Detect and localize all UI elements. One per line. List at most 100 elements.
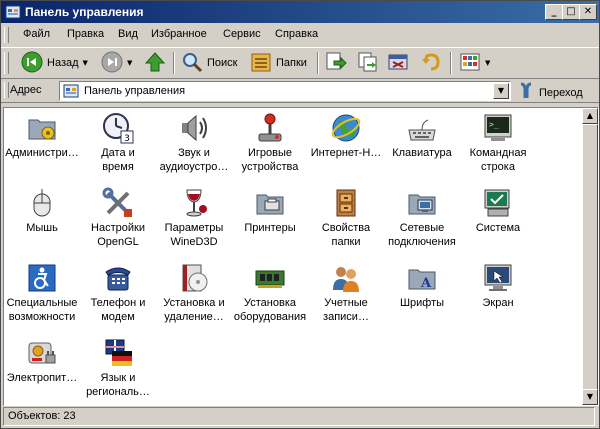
scroll-down-icon[interactable]: ▼ bbox=[582, 389, 598, 405]
vertical-scrollbar[interactable]: ▲ ▼ bbox=[582, 108, 598, 405]
item-mouse[interactable]: Мышь bbox=[4, 183, 80, 253]
item-command-line[interactable]: >_ Командная строка bbox=[460, 108, 536, 178]
svg-text:A: A bbox=[420, 276, 432, 291]
item-system[interactable]: Система bbox=[460, 183, 536, 253]
minimize-button[interactable]: _ bbox=[545, 4, 563, 20]
status-pane: Объектов: 23 bbox=[3, 407, 595, 426]
hardware-icon bbox=[254, 262, 286, 294]
date-time-icon: 3 bbox=[102, 112, 134, 144]
control-panel-icon bbox=[5, 4, 21, 20]
address-input[interactable]: Панель управления ▼ bbox=[59, 81, 511, 101]
up-button[interactable] bbox=[144, 51, 166, 75]
item-hardware[interactable]: Установка оборудования bbox=[232, 258, 308, 328]
tools-icon bbox=[102, 187, 134, 219]
item-power[interactable]: Электропит… bbox=[4, 333, 80, 403]
window-title: Панель управления bbox=[25, 5, 144, 19]
views-icon bbox=[459, 51, 481, 76]
svg-text:>_: >_ bbox=[489, 120, 499, 129]
items-view: Администри… 3 Дата и время Звук и аудиоу… bbox=[3, 107, 599, 406]
undo-button[interactable] bbox=[420, 51, 442, 75]
item-phone-modem[interactable]: Телефон и модем bbox=[80, 258, 156, 328]
folders-icon bbox=[250, 51, 272, 76]
item-internet[interactable]: Интернет-Н… bbox=[308, 108, 384, 178]
copy-to-icon bbox=[357, 51, 379, 76]
forward-button[interactable]: ▼ bbox=[101, 51, 132, 75]
system-icon bbox=[482, 187, 514, 219]
toolbar-separator bbox=[173, 52, 175, 74]
console-icon: >_ bbox=[482, 112, 514, 144]
menu-edit[interactable]: Правка bbox=[67, 28, 104, 40]
maximize-button[interactable]: □ bbox=[562, 4, 580, 20]
explorer-window: Панель управления _ □ ✕ Файл Правка Вид … bbox=[0, 0, 600, 429]
back-dropdown-icon[interactable]: ▼ bbox=[83, 59, 88, 67]
item-printers[interactable]: Принтеры bbox=[232, 183, 308, 253]
menu-grip bbox=[4, 27, 9, 43]
go-label: Переход bbox=[539, 86, 583, 99]
toolbar-grip bbox=[4, 52, 9, 74]
status-bar: Объектов: 23 bbox=[3, 407, 597, 426]
language-icon bbox=[102, 337, 134, 369]
item-game-devices[interactable]: Игровые устройства bbox=[232, 108, 308, 178]
toolbar-separator bbox=[450, 52, 452, 74]
menu-tools[interactable]: Сервис bbox=[223, 28, 261, 40]
item-administration[interactable]: Администри… bbox=[4, 108, 80, 178]
keyboard-icon bbox=[406, 112, 438, 144]
back-arrow-icon bbox=[21, 51, 43, 76]
network-icon bbox=[406, 187, 438, 219]
go-button[interactable]: Переход bbox=[517, 82, 583, 103]
close-button[interactable]: ✕ bbox=[579, 4, 597, 20]
delete-button[interactable] bbox=[387, 51, 409, 75]
item-folder-options[interactable]: Свойства папки bbox=[308, 183, 384, 253]
menu-file[interactable]: Файл bbox=[23, 28, 50, 40]
printer-folder-icon bbox=[254, 187, 286, 219]
item-opengl[interactable]: Настройки OpenGL bbox=[80, 183, 156, 253]
users-icon bbox=[330, 262, 362, 294]
install-icon bbox=[178, 262, 210, 294]
undo-icon bbox=[420, 51, 442, 76]
control-panel-icon bbox=[63, 83, 79, 102]
copy-to-button[interactable] bbox=[357, 51, 379, 75]
forward-dropdown-icon[interactable]: ▼ bbox=[127, 59, 132, 67]
scroll-up-icon[interactable]: ▲ bbox=[582, 108, 598, 124]
item-fonts[interactable]: A Шрифты bbox=[384, 258, 460, 328]
menu-view[interactable]: Вид bbox=[118, 28, 138, 40]
folders-label: Папки bbox=[276, 57, 307, 69]
svg-text:3: 3 bbox=[124, 134, 130, 144]
sound-icon bbox=[178, 112, 210, 144]
menu-help[interactable]: Справка bbox=[275, 28, 318, 40]
views-button[interactable]: ▼ bbox=[459, 51, 490, 75]
toolbar: Назад ▼ ▼ Поиск Папки ▼ bbox=[1, 47, 599, 79]
fonts-icon: A bbox=[406, 262, 438, 294]
scroll-thumb[interactable] bbox=[582, 124, 598, 390]
internet-icon bbox=[330, 112, 362, 144]
item-language-region[interactable]: Язык и региональ… bbox=[80, 333, 156, 403]
title-bar[interactable]: Панель управления _ □ ✕ bbox=[1, 1, 599, 23]
address-label: Адрес bbox=[10, 84, 42, 96]
forward-arrow-icon bbox=[101, 51, 123, 76]
item-date-time[interactable]: 3 Дата и время bbox=[80, 108, 156, 178]
item-install-remove[interactable]: Установка и удаление… bbox=[156, 258, 232, 328]
item-wined3d[interactable]: Параметры WineD3D bbox=[156, 183, 232, 253]
folders-button[interactable]: Папки bbox=[250, 51, 307, 75]
search-icon bbox=[181, 51, 203, 76]
address-bar: Адрес Панель управления ▼ Переход bbox=[1, 80, 599, 103]
item-display[interactable]: Экран bbox=[460, 258, 536, 328]
item-network[interactable]: Сетевые подключения bbox=[384, 183, 460, 253]
administration-icon bbox=[26, 112, 58, 144]
views-dropdown-icon[interactable]: ▼ bbox=[485, 59, 490, 67]
move-to-button[interactable] bbox=[325, 51, 347, 75]
item-sound[interactable]: Звук и аудиоустро… bbox=[156, 108, 232, 178]
item-user-accounts[interactable]: Учетные записи… bbox=[308, 258, 384, 328]
item-accessibility[interactable]: Специальные возможности bbox=[4, 258, 80, 328]
status-object-count: Объектов: 23 bbox=[8, 410, 76, 422]
back-label: Назад bbox=[47, 57, 79, 69]
menu-bar: Файл Правка Вид Избранное Сервис Справка bbox=[1, 25, 599, 45]
search-label: Поиск bbox=[207, 57, 238, 69]
search-button[interactable]: Поиск bbox=[181, 51, 237, 75]
up-arrow-icon bbox=[144, 51, 166, 76]
item-keyboard[interactable]: Клавиатура bbox=[384, 108, 460, 178]
menu-favorites[interactable]: Избранное bbox=[151, 28, 207, 40]
folder-options-icon bbox=[330, 187, 362, 219]
back-button[interactable]: Назад ▼ bbox=[21, 51, 88, 75]
address-dropdown-icon[interactable]: ▼ bbox=[493, 83, 509, 99]
